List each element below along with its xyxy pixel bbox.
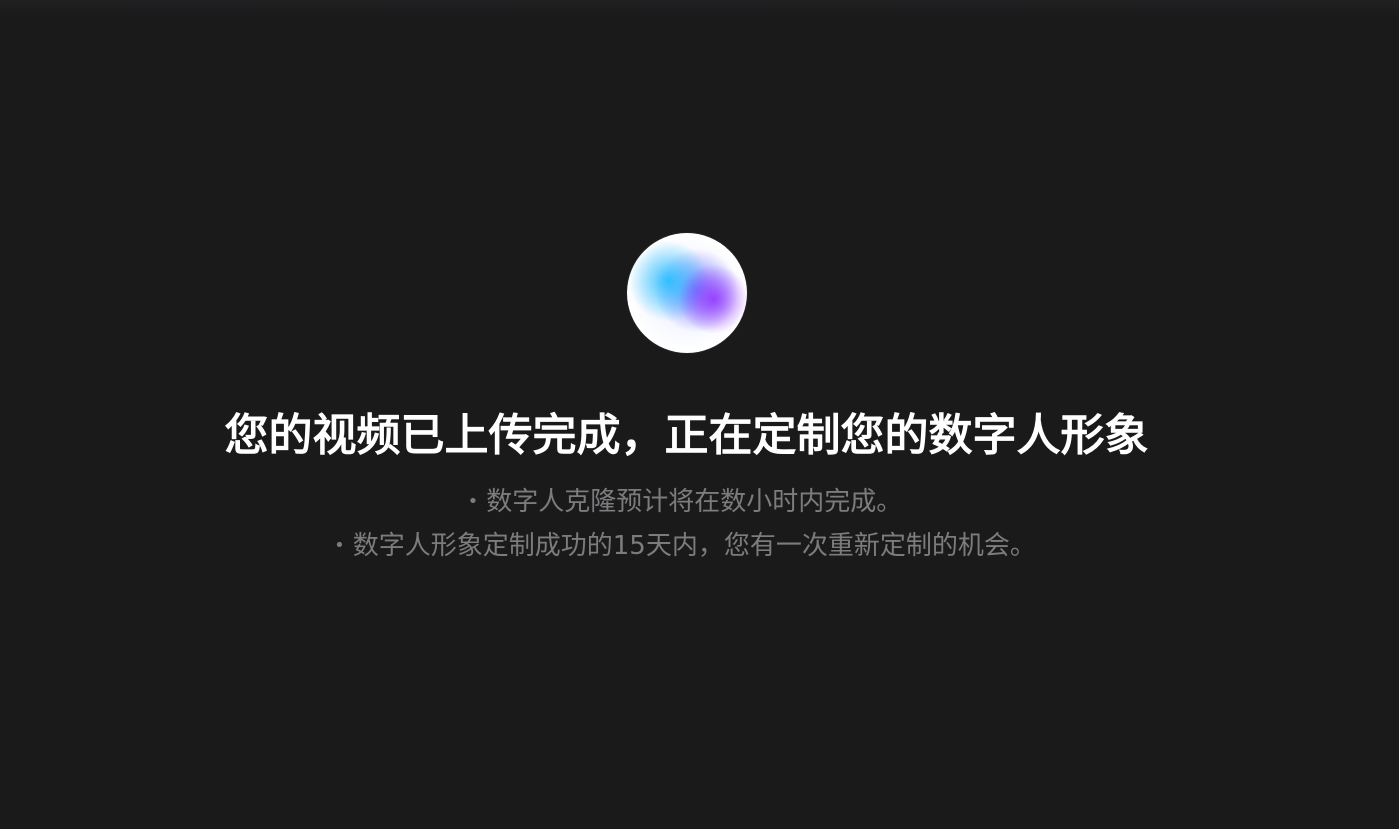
upload-complete-screen: 您的视频已上传完成，正在定制您的数字人形象 • 数字人克隆预计将在数小时内完成。 …	[0, 0, 1399, 829]
gradient-orb-icon	[627, 233, 747, 353]
notes-list: • 数字人克隆预计将在数小时内完成。 • 数字人形象定制成功的15天内，您有一次重新…	[0, 480, 1370, 568]
note-text: 数字人克隆预计将在数小时内完成。	[486, 487, 903, 517]
note-text: 数字人形象定制成功的15天内，您有一次重新定制的机会。	[352, 531, 1036, 561]
page-title: 您的视频已上传完成，正在定制您的数字人形象	[224, 410, 1149, 461]
bullet-icon: •	[334, 535, 345, 556]
bullet-icon: •	[467, 491, 479, 512]
list-item: • 数字人克隆预计将在数小时内完成。	[0, 480, 1370, 524]
list-item: • 数字人形象定制成功的15天内，您有一次重新定制的机会。	[0, 524, 1370, 568]
